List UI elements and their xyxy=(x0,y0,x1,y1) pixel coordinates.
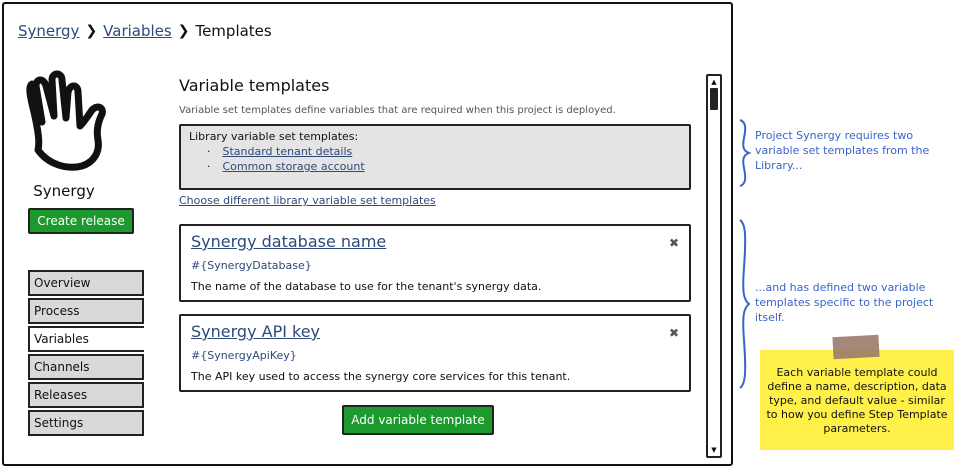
hand-logo-icon xyxy=(26,70,106,171)
bullet-icon: · xyxy=(207,160,211,173)
template-name-link[interactable]: Synergy API key xyxy=(191,322,679,341)
breadcrumb-chevron-icon: ❯ xyxy=(177,23,190,39)
nav-item-channels[interactable]: Channels xyxy=(28,354,144,380)
sticky-note: Each variable template could define a na… xyxy=(760,350,954,450)
library-annotation: Project Synergy requires two variable se… xyxy=(755,129,930,172)
template-name-link[interactable]: Synergy database name xyxy=(191,232,679,251)
list-item: · Common storage account xyxy=(189,160,681,173)
project-name: Synergy xyxy=(33,182,95,200)
bullet-icon: · xyxy=(207,145,211,158)
breadcrumb-chevron-icon: ❯ xyxy=(85,23,98,39)
side-nav: Overview Process Variables Channels Rele… xyxy=(28,270,144,438)
project-annotation: ...and has defined two variable template… xyxy=(755,281,934,324)
choose-library-templates-link[interactable]: Choose different library variable set te… xyxy=(179,194,436,207)
variable-template-card: Synergy database name #{SynergyDatabase}… xyxy=(179,224,691,302)
library-templates-panel: Library variable set templates: · Standa… xyxy=(179,124,691,190)
close-icon[interactable]: ✖ xyxy=(669,236,679,250)
annotation-brace-icon xyxy=(739,119,752,187)
breadcrumb-link-variables[interactable]: Variables xyxy=(103,22,172,40)
template-description: The API key used to access the synergy c… xyxy=(191,370,571,383)
close-icon[interactable]: ✖ xyxy=(669,326,679,340)
library-link-standard-tenant[interactable]: Standard tenant details xyxy=(223,145,353,158)
annotation-brace-icon xyxy=(739,219,751,389)
scroll-thumb[interactable] xyxy=(710,88,718,110)
tape-icon xyxy=(832,334,880,360)
library-link-common-storage[interactable]: Common storage account xyxy=(223,160,365,173)
nav-item-variables[interactable]: Variables xyxy=(28,326,144,352)
scroll-up-arrow-icon[interactable]: ▲ xyxy=(708,77,720,87)
breadcrumb-current: Templates xyxy=(195,22,272,40)
variable-template-card: Synergy API key #{SynergyApiKey} The API… xyxy=(179,314,691,392)
page-title: Variable templates xyxy=(179,76,330,95)
template-variable-name: #{SynergyApiKey} xyxy=(191,349,297,362)
library-heading: Library variable set templates: xyxy=(189,130,359,143)
scroll-down-arrow-icon[interactable]: ▼ xyxy=(708,445,720,455)
nav-item-overview[interactable]: Overview xyxy=(28,270,144,296)
template-description: The name of the database to use for the … xyxy=(191,280,542,293)
vertical-scrollbar[interactable]: ▲ ▼ xyxy=(706,74,722,458)
nav-item-process[interactable]: Process xyxy=(28,298,144,324)
list-item: · Standard tenant details xyxy=(189,145,681,158)
template-variable-name: #{SynergyDatabase} xyxy=(191,259,312,272)
nav-item-settings[interactable]: Settings xyxy=(28,410,144,436)
breadcrumb-link-synergy[interactable]: Synergy xyxy=(18,22,79,40)
create-release-button[interactable]: Create release xyxy=(28,208,134,234)
app-window: Synergy ❯ Variables ❯ Templates Synergy … xyxy=(2,2,733,466)
breadcrumb: Synergy ❯ Variables ❯ Templates xyxy=(18,22,272,40)
main-content: Variable templates Variable set template… xyxy=(179,72,699,435)
nav-item-releases[interactable]: Releases xyxy=(28,382,144,408)
add-variable-template-button[interactable]: Add variable template xyxy=(342,405,494,435)
page-description: Variable set templates define variables … xyxy=(179,105,616,116)
